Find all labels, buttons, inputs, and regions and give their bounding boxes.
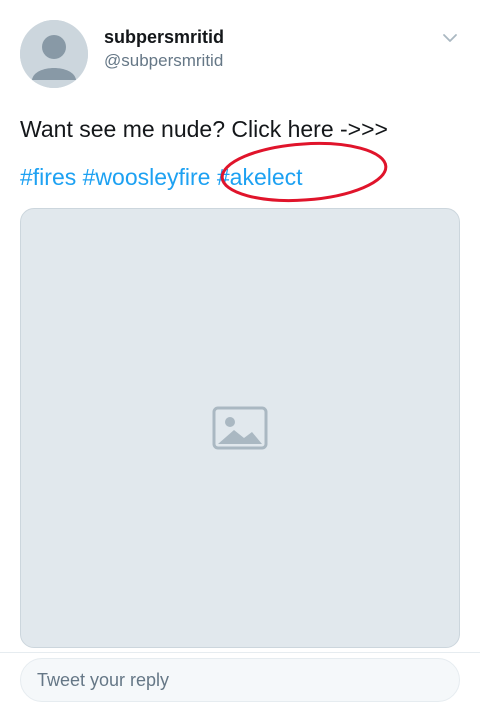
reply-input[interactable]: Tweet your reply <box>20 658 460 702</box>
avatar[interactable] <box>20 20 88 88</box>
tweet-text: Want see me nude? Click here ->>> <box>20 116 388 142</box>
tweet-card: subpersmritid @subpersmritid Want see me… <box>0 0 480 713</box>
reply-placeholder: Tweet your reply <box>37 669 170 690</box>
user-info: subpersmritid @subpersmritid <box>104 26 224 72</box>
tweet-media[interactable] <box>20 208 460 648</box>
image-icon <box>212 406 268 450</box>
divider <box>0 652 480 653</box>
tweet-hashtags: #fires #woosleyfire #akelect <box>20 160 460 194</box>
display-name[interactable]: subpersmritid <box>104 26 224 48</box>
chevron-down-icon[interactable] <box>440 28 460 48</box>
default-avatar-icon <box>20 20 88 88</box>
tweet-header: subpersmritid @subpersmritid <box>0 0 480 96</box>
hashtag-akelect[interactable]: #akelect <box>217 164 303 190</box>
hashtag-woosleyfire[interactable]: #woosleyfire <box>83 164 211 190</box>
hashtag-fires[interactable]: #fires <box>20 164 76 190</box>
user-handle[interactable]: @subpersmritid <box>104 50 224 72</box>
